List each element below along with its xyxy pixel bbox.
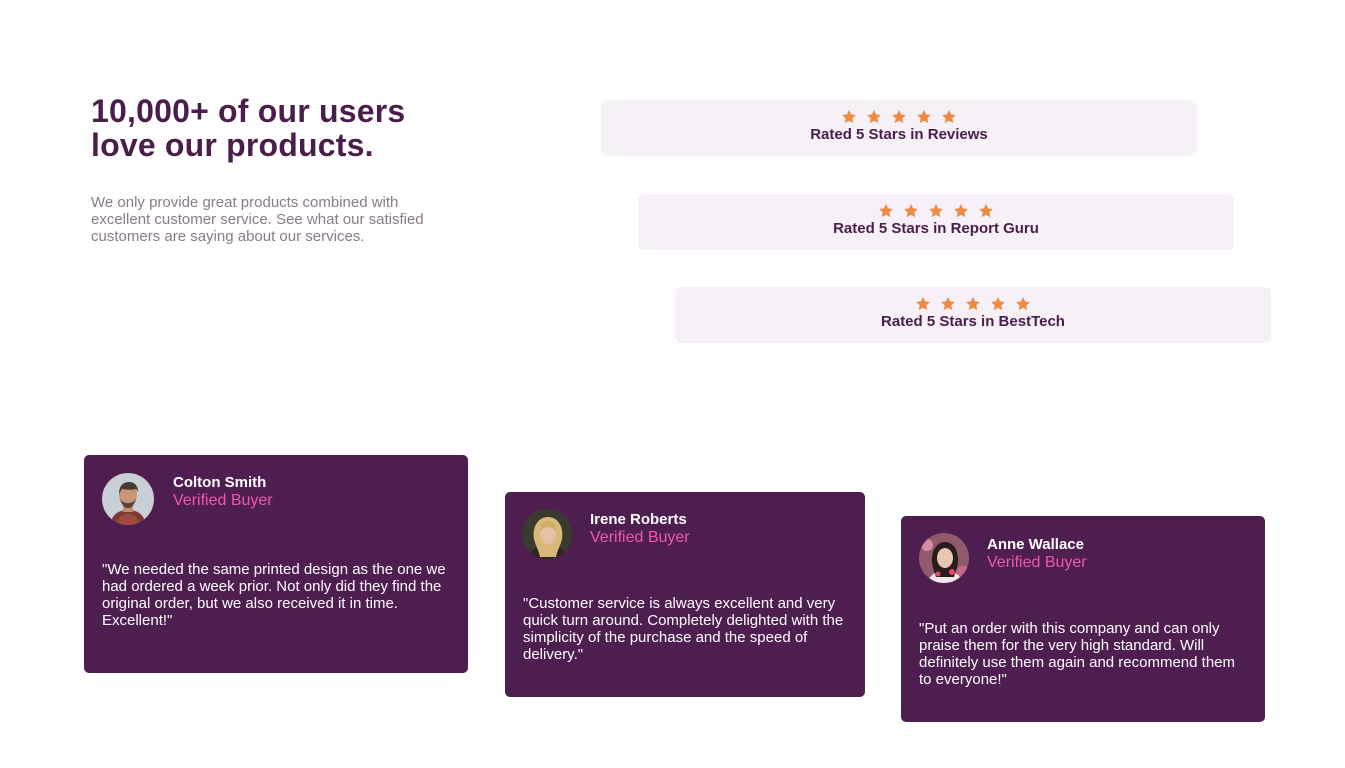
rating-label: Rated 5 Stars in Reviews [810,126,988,143]
testimonial-card: Colton Smith Verified Buyer "We needed t… [84,455,468,673]
star-icon [966,297,980,311]
star-icon [929,204,943,218]
testimonial-quote: "Put an order with this company and can … [919,620,1236,688]
page-headline: 10,000+ of our users love our products. [91,93,406,163]
star-rating [601,100,1197,126]
customer-name: Colton Smith [173,474,267,491]
user-photo-icon [522,509,572,559]
star-icon [991,297,1005,311]
rating-badge-report-guru: Rated 5 Stars in Report Guru [638,194,1234,250]
star-icon [879,204,893,218]
rating-label: Rated 5 Stars in Report Guru [833,220,1039,237]
star-icon [979,204,993,218]
star-icon [1016,297,1030,311]
star-rating [638,194,1234,220]
customer-name: Anne Wallace [987,536,1084,553]
star-icon [941,297,955,311]
star-icon [842,110,856,124]
testimonial-quote: "Customer service is always excellent an… [523,595,844,663]
rating-badge-reviews: Rated 5 Stars in Reviews [601,100,1197,156]
avatar [522,509,572,559]
customer-role: Verified Buyer [173,492,273,509]
avatar [102,473,154,525]
rating-label: Rated 5 Stars in BestTech [881,313,1065,330]
avatar [919,533,969,583]
user-photo-icon [919,533,969,583]
star-icon [917,110,931,124]
star-icon [942,110,956,124]
user-photo-icon [102,473,154,525]
rating-badge-besttech: Rated 5 Stars in BestTech [675,287,1271,343]
testimonial-card: Irene Roberts Verified Buyer "Customer s… [505,492,865,697]
testimonial-card: Anne Wallace Verified Buyer "Put an orde… [901,516,1265,722]
star-icon [916,297,930,311]
testimonial-quote: "We needed the same printed design as th… [102,561,446,629]
star-icon [954,204,968,218]
customer-name: Irene Roberts [590,511,687,528]
customer-role: Verified Buyer [987,554,1087,571]
star-icon [904,204,918,218]
star-rating [675,287,1271,313]
intro-text: We only provide great products combined … [91,194,424,245]
star-icon [892,110,906,124]
customer-role: Verified Buyer [590,529,690,546]
star-icon [867,110,881,124]
